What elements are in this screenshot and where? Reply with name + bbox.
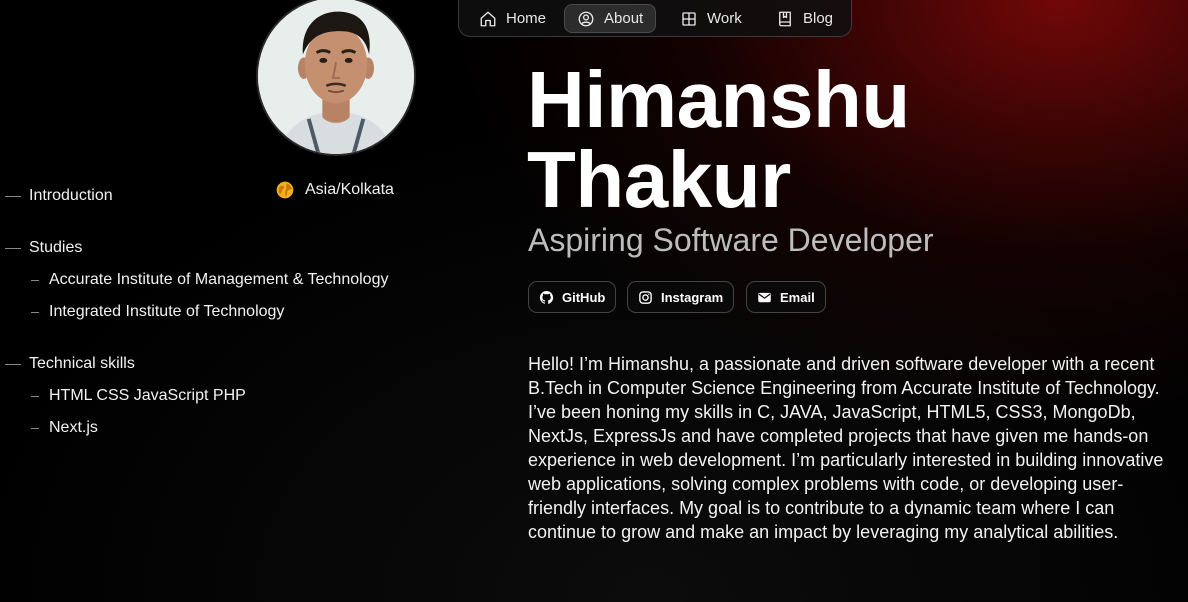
nav-about-label: About <box>604 10 644 27</box>
name-first: Himanshu <box>527 55 910 144</box>
nav-home[interactable]: Home <box>467 4 558 33</box>
location: Asia/Kolkata <box>275 180 394 200</box>
toc-introduction[interactable]: Introduction <box>5 187 113 205</box>
toc-skills-item[interactable]: Next.js <box>31 419 98 437</box>
name-last: Thakur <box>527 135 791 224</box>
page: Home About Work Blog Asia/Kolkata Introd… <box>0 0 1188 602</box>
toc-studies-item-label: Integrated Institute of Technology <box>49 303 285 320</box>
toc-skills-item-label: Next.js <box>49 419 98 436</box>
avatar <box>256 0 416 156</box>
github-button[interactable]: GitHub <box>528 281 617 313</box>
location-text: Asia/Kolkata <box>305 181 394 198</box>
email-button[interactable]: Email <box>746 281 826 313</box>
nav-blog-label: Blog <box>803 10 834 27</box>
bio-paragraph: Hello! I’m Himanshu, a passionate and dr… <box>528 354 1164 542</box>
toc-studies-item[interactable]: Integrated Institute of Technology <box>31 303 284 321</box>
toc-studies[interactable]: Studies <box>5 239 82 257</box>
book-icon <box>779 11 791 26</box>
toc-dash <box>5 363 21 365</box>
user-circle-icon <box>578 11 594 26</box>
instagram-button[interactable]: Instagram <box>627 281 735 313</box>
toc-dash <box>31 279 39 281</box>
profile-photo <box>258 0 414 154</box>
grid-icon <box>682 11 696 26</box>
toc-studies-label: Studies <box>29 239 83 256</box>
toc-introduction-label: Introduction <box>29 187 113 204</box>
mail-icon <box>758 292 771 302</box>
toc-technical-skills[interactable]: Technical skills <box>5 355 135 373</box>
nav-work-label: Work <box>707 10 742 27</box>
email-label: Email <box>780 289 815 305</box>
home-icon <box>480 11 496 26</box>
top-nav: Home About Work Blog <box>458 0 852 37</box>
toc-studies-item-label: Accurate Institute of Management & Techn… <box>49 271 389 288</box>
toc-dash <box>31 427 39 429</box>
nav-home-label: Home <box>506 10 547 27</box>
toc-dash <box>5 247 21 249</box>
role-subtitle: Aspiring Software Developer <box>528 222 934 258</box>
toc-dash <box>31 311 39 313</box>
globe-icon <box>276 181 294 199</box>
nav-about[interactable]: About <box>564 4 657 33</box>
github-icon <box>539 290 554 304</box>
github-label: GitHub <box>562 289 606 305</box>
nav-work[interactable]: Work <box>668 4 754 33</box>
toc-dash <box>31 395 39 397</box>
toc-skills-item-label: HTML CSS JavaScript PHP <box>49 387 246 404</box>
toc-dash <box>5 195 21 197</box>
instagram-icon <box>639 290 652 304</box>
toc-studies-item[interactable]: Accurate Institute of Management & Techn… <box>31 271 388 289</box>
page-title: Himanshu Thakur <box>527 60 910 220</box>
instagram-label: Instagram <box>661 289 724 305</box>
toc-technical-skills-label: Technical skills <box>29 355 135 372</box>
nav-blog[interactable]: Blog <box>764 4 845 33</box>
toc-skills-item[interactable]: HTML CSS JavaScript PHP <box>31 387 246 405</box>
